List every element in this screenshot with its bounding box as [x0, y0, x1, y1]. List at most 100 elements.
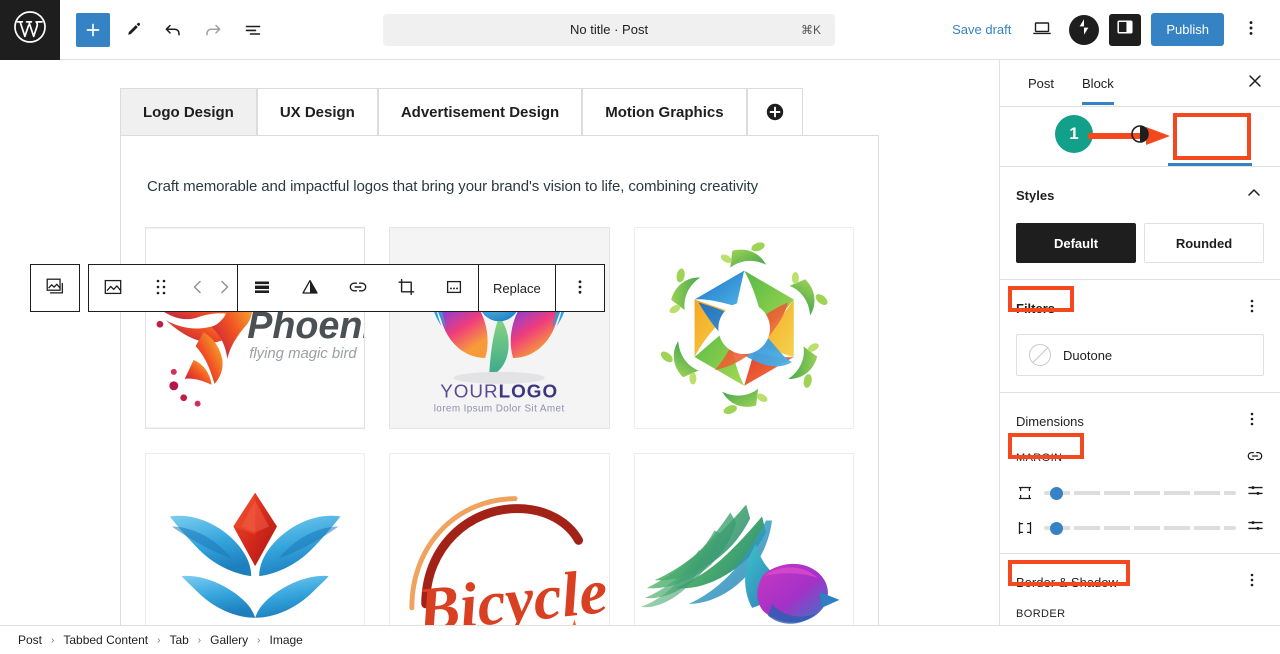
dimensions-panel: Dimensions MARGIN — [1000, 393, 1280, 554]
duotone-filter-button[interactable] — [286, 265, 334, 311]
breadcrumb-item-post[interactable]: Post — [18, 633, 42, 647]
three-dots-vertical-icon — [1243, 571, 1261, 594]
filters-panel: Filters Duotone — [1000, 280, 1280, 393]
editor-options-button[interactable] — [1234, 13, 1268, 47]
align-button[interactable] — [238, 265, 286, 311]
tab-ux-design[interactable]: UX Design — [256, 88, 378, 135]
blue-wings-diamond-logo-icon — [146, 455, 365, 625]
gallery-image-gradient-bird-logo[interactable] — [633, 453, 854, 625]
save-draft-button[interactable]: Save draft — [948, 16, 1015, 43]
top-bar-center: No title · Post ⌘K — [270, 13, 948, 46]
svg-text:flying magic bird: flying magic bird — [249, 346, 357, 362]
border-shadow-panel-menu-button[interactable] — [1240, 570, 1264, 594]
breadcrumb-item-gallery[interactable]: Gallery — [210, 633, 248, 647]
link-margin-sides-button[interactable] — [1246, 449, 1264, 467]
gallery-image-green-floral-hexagon-logo[interactable] — [633, 226, 854, 430]
plus-icon — [83, 20, 103, 40]
block-options-button[interactable] — [556, 265, 604, 311]
filters-panel-menu-button[interactable] — [1240, 296, 1264, 320]
breadcrumb-separator: › — [197, 634, 202, 646]
top-bar-right-tools: Save draft Publish — [948, 13, 1280, 47]
editor-body: Logo Design UX Design Advertisement Desi… — [0, 60, 1280, 625]
styles-collapse-button[interactable] — [1244, 183, 1264, 208]
editor-canvas[interactable]: Logo Design UX Design Advertisement Desi… — [0, 60, 999, 625]
slider-settings-icon — [1247, 482, 1264, 504]
close-sidebar-button[interactable] — [1240, 68, 1270, 98]
sidebar-tab-label: Post — [1028, 76, 1055, 91]
breadcrumb: Post › Tabbed Content › Tab › Gallery › … — [0, 625, 1280, 654]
move-previous-button[interactable] — [185, 265, 211, 311]
tab-panel-logo-design: Craft memorable and impactful logos that… — [120, 135, 879, 625]
tab-advertisement-design[interactable]: Advertisement Design — [377, 88, 583, 135]
duotone-label: Duotone — [1063, 347, 1113, 363]
settings-sidebar-toggle[interactable] — [1109, 13, 1142, 46]
edit-mode-button[interactable] — [116, 13, 150, 47]
margin-vertical-slider[interactable] — [1044, 486, 1236, 500]
image-more-button[interactable] — [430, 265, 478, 311]
drag-handle-button[interactable] — [137, 265, 185, 311]
drag-dots-icon — [153, 277, 169, 300]
document-title-chip[interactable]: No title · Post ⌘K — [383, 13, 836, 46]
breadcrumb-item-image[interactable]: Image — [270, 633, 303, 647]
gradient-bird-logo-icon — [634, 455, 853, 625]
jetpack-avatar[interactable] — [1069, 14, 1100, 45]
breadcrumb-item-tabbed-content[interactable]: Tabbed Content — [63, 633, 148, 647]
margin-horizontal-settings-button[interactable] — [1246, 519, 1264, 537]
crop-icon — [396, 277, 416, 300]
margin-horizontal-slider[interactable] — [1044, 521, 1236, 535]
green-floral-hexagon-logo-icon — [634, 228, 853, 428]
dimensions-panel-menu-button[interactable] — [1240, 409, 1264, 433]
replace-button[interactable]: Replace — [479, 265, 555, 311]
three-dots-vertical-icon — [570, 277, 590, 300]
tab-paragraph[interactable]: Craft memorable and impactful logos that… — [147, 176, 854, 199]
style-option-rounded[interactable]: Rounded — [1144, 223, 1264, 263]
slider-knob[interactable] — [1050, 486, 1063, 500]
document-title-text: No title · Post — [570, 22, 649, 37]
slider-track — [1044, 491, 1236, 495]
margin-vertical-settings-button[interactable] — [1246, 484, 1264, 502]
gallery-image-your-logo[interactable]: YOURLOGO lorem Ipsum Dolor Sit Amet — [389, 226, 610, 430]
gallery-image-bicycle-shop-logo[interactable]: Bicycle SHOP — [389, 453, 610, 625]
chevron-right-icon — [215, 278, 233, 299]
close-x-icon — [1246, 72, 1264, 95]
block-type-button[interactable] — [89, 265, 137, 311]
style-option-label: Default — [1053, 235, 1099, 251]
duotone-filter-row[interactable]: Duotone — [1016, 334, 1264, 376]
undo-button[interactable] — [156, 13, 190, 47]
sidebar-tab-post[interactable]: Post — [1014, 62, 1068, 104]
add-tab-button[interactable] — [746, 88, 803, 135]
breadcrumb-item-tab[interactable]: Tab — [169, 633, 188, 647]
style-option-default[interactable]: Default — [1016, 223, 1136, 263]
tab-label: Advertisement Design — [400, 103, 560, 121]
jetpack-avatar-icon — [1073, 16, 1095, 43]
select-parent-gallery-button[interactable] — [31, 265, 79, 311]
breadcrumb-separator: › — [257, 634, 261, 646]
your-logo-icon: YOURLOGO lorem Ipsum Dolor Sit Amet — [390, 228, 609, 428]
tab-logo-design[interactable]: Logo Design — [120, 88, 257, 135]
duotone-swatch-icon — [1029, 344, 1051, 366]
gallery-image-phoenix-logo[interactable]: Phoenix flying magic bird — [145, 226, 366, 430]
redo-button[interactable] — [196, 13, 230, 47]
block-settings-sidebar: Post Block 1 Styles Default Rounded Filt… — [999, 60, 1280, 625]
sidebar-tab-block[interactable]: Block — [1068, 62, 1128, 105]
add-block-button[interactable] — [76, 12, 110, 47]
contrast-filter-button[interactable] — [1124, 121, 1156, 153]
margin-horizontal-slider-row — [1016, 519, 1264, 537]
dimensions-panel-title: Dimensions — [1016, 413, 1084, 429]
horizontal-spacing-icon — [1016, 519, 1034, 537]
preview-button[interactable] — [1025, 13, 1059, 47]
document-overview-button[interactable] — [236, 13, 270, 47]
annotation-highlight-contrast — [1173, 113, 1251, 160]
crop-button[interactable] — [382, 265, 430, 311]
block-style-toolbar-row: 1 — [1000, 107, 1280, 167]
slider-knob[interactable] — [1050, 521, 1063, 535]
publish-button[interactable]: Publish — [1151, 13, 1224, 46]
wordpress-logo-button[interactable] — [0, 0, 60, 60]
tab-label: UX Design — [279, 103, 355, 121]
tab-motion-graphics[interactable]: Motion Graphics — [582, 88, 747, 135]
link-button[interactable] — [334, 265, 382, 311]
move-next-button[interactable] — [211, 265, 237, 311]
block-toolbar: Replace — [30, 264, 605, 312]
gallery-image-blue-wings-diamond-logo[interactable] — [145, 453, 366, 625]
margin-vertical-slider-row — [1016, 484, 1264, 502]
